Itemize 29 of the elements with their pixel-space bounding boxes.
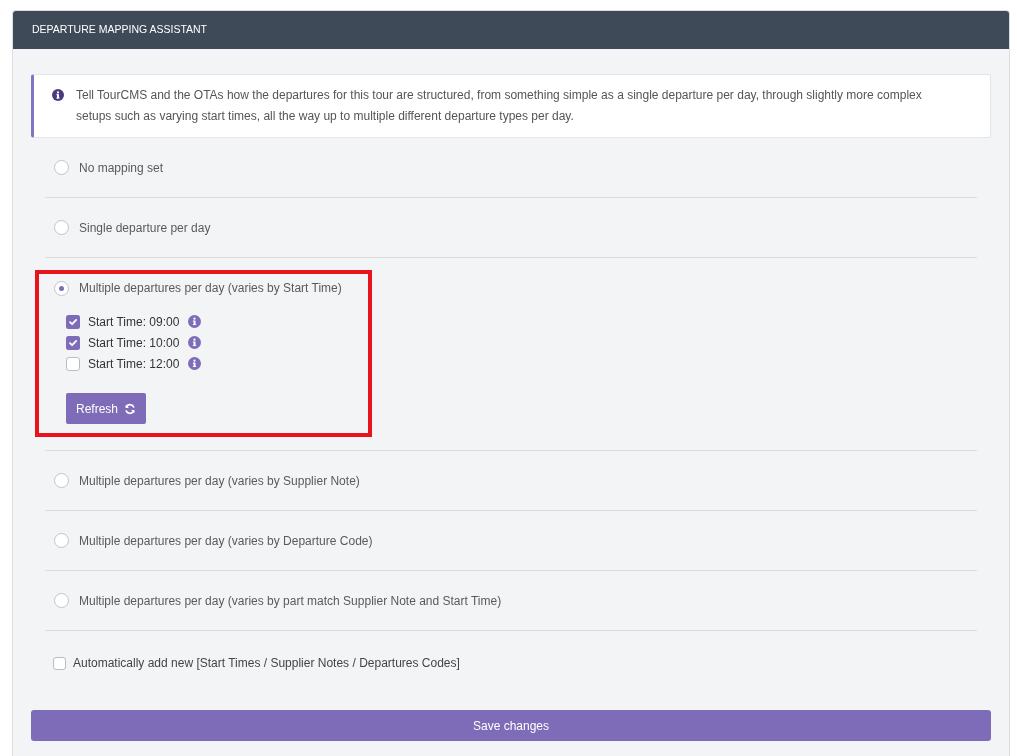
radio-button[interactable] xyxy=(54,280,69,296)
radio-button[interactable] xyxy=(54,473,69,488)
option-label[interactable]: Single departure per day xyxy=(79,218,211,237)
radio-button[interactable] xyxy=(54,160,69,175)
checkbox[interactable] xyxy=(66,335,80,350)
start-time-label: Start Time: 10:00 xyxy=(88,334,180,352)
checkbox[interactable] xyxy=(66,314,80,329)
info-text: Tell TourCMS and the OTAs how the departures for this tour are structured, from something simple as a single departure per day, through slightly more complex setups such as varying start times, all the way up to multiple different departure types per day. xyxy=(76,87,923,125)
radio-button[interactable] xyxy=(54,220,69,235)
start-time-label: Start Time: 12:00 xyxy=(88,355,180,373)
radio-button[interactable] xyxy=(54,593,69,608)
option-label[interactable]: Multiple departures per day (varies by Start Time) xyxy=(79,279,342,297)
info-icon xyxy=(188,336,202,349)
option-label[interactable]: No mapping set xyxy=(79,158,164,177)
auto-add-label[interactable]: Automatically add new [Start Times / Supplier Notes / Departures Codes] xyxy=(73,654,460,672)
radio-button[interactable] xyxy=(54,533,69,548)
checkbox[interactable] xyxy=(53,656,66,670)
checkbox[interactable] xyxy=(66,356,80,371)
start-time-label: Start Time: 09:00 xyxy=(88,313,180,331)
option-label[interactable]: Multiple departures per day (varies by part match Supplier Note and Start Time) xyxy=(79,591,502,610)
info-icon xyxy=(188,357,202,370)
panel-title: DEPARTURE MAPPING ASSISTANT xyxy=(32,22,208,38)
refresh-button[interactable]: Refresh xyxy=(66,393,147,424)
option-label[interactable]: Multiple departures per day (varies by Supplier Note) xyxy=(79,471,360,490)
info-icon xyxy=(52,89,64,101)
save-button[interactable]: Save changes xyxy=(31,710,991,741)
option-label[interactable]: Multiple departures per day (varies by Departure Code) xyxy=(79,531,373,550)
info-icon xyxy=(188,315,202,328)
refresh-icon xyxy=(124,402,137,415)
